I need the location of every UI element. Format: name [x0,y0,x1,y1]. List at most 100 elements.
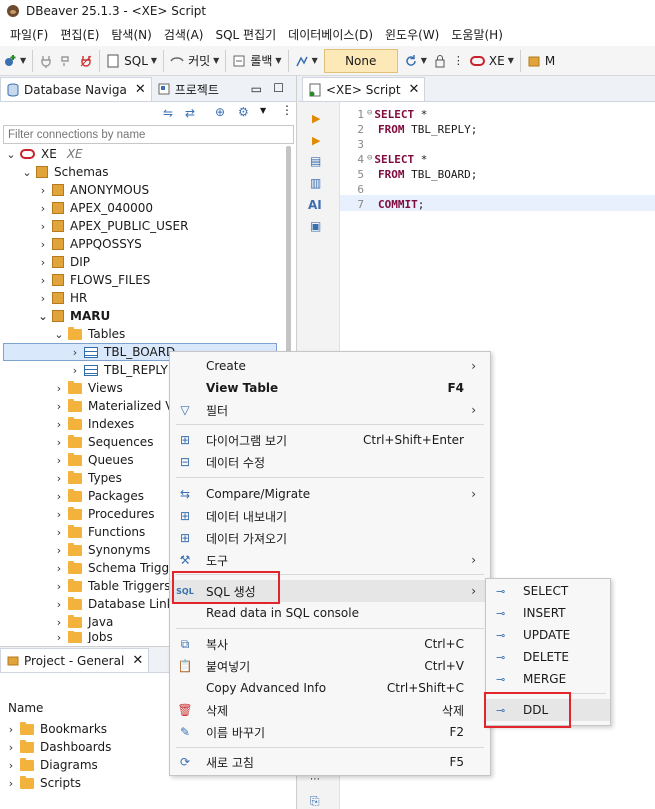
folder-node[interactable]: › Table Triggers [54,577,170,595]
code-line[interactable]: 6 [342,183,367,198]
chevron-down-icon[interactable]: ⌄ [38,310,48,323]
menu-item-copy[interactable]: ⧉ 복사 Ctrl+C [170,633,490,655]
menu-item-refresh[interactable]: ⟳ 새로 고침 F5 [170,751,490,773]
ai-assist-button[interactable]: AI [308,198,322,212]
menu-item-tools[interactable]: ⚒ 도구 › [170,549,490,571]
chevron-right-icon[interactable]: › [38,238,48,251]
schema-node[interactable]: › FLOWS_FILES [38,271,151,289]
disconnect-button[interactable] [76,49,96,73]
view-menu-caret-icon[interactable]: ▼ [260,106,266,115]
link-with-editor-icon[interactable]: ⇄ [185,106,195,120]
collapse-all-icon[interactable]: ⇋ [163,106,173,120]
close-icon[interactable]: ✕ [132,653,143,668]
menu-help[interactable]: 도움말(H) [445,26,509,43]
table-node-tbl-reply[interactable]: › TBL_REPLY [70,361,168,379]
code-line[interactable]: 4 ⊖ SELECT * [342,153,427,168]
project-item[interactable]: › Dashboards [6,738,111,756]
code-line[interactable]: 3 [342,138,367,153]
menu-item-import-data[interactable]: ⊞ 데이터 가져오기 [170,527,490,549]
chevron-down-icon[interactable]: ⌄ [22,166,32,179]
folder-node[interactable]: › Sequences [54,433,153,451]
console-icon[interactable]: ▣ [310,219,321,233]
chevron-right-icon[interactable]: › [6,741,16,754]
folder-node[interactable]: › Materialized Vi [54,397,176,415]
chevron-right-icon[interactable]: › [38,184,48,197]
menu-item-edit-data[interactable]: ⊟ 데이터 수정 [170,451,490,473]
fold-icon[interactable]: ⊖ [367,153,372,168]
tables-folder-node[interactable]: ⌄ Tables [54,325,125,343]
schema-node[interactable]: › APPQOSSYS [38,235,142,253]
tab-database-navigator[interactable]: Database Naviga ✕ [0,77,152,101]
maximize-icon[interactable]: ☐ [273,81,284,95]
folder-node[interactable]: › Indexes [54,415,134,433]
submenu-item-merge[interactable]: ⊸ MERGE [486,668,610,690]
chevron-right-icon[interactable]: › [70,364,80,377]
chevron-right-icon[interactable]: › [6,723,16,736]
submenu-item-insert[interactable]: ⊸ INSERT [486,602,610,624]
folder-node-views[interactable]: › Views [54,379,123,397]
schema-node[interactable]: › APEX_PUBLIC_USER [38,217,189,235]
chevron-right-icon[interactable]: › [6,777,16,790]
chevron-right-icon[interactable]: › [54,490,64,503]
chevron-right-icon[interactable]: › [38,292,48,305]
filter-settings-icon[interactable]: ⚙ [238,105,249,119]
menu-item-read-data-sql-console[interactable]: Read data in SQL console [170,602,490,624]
new-connection-button[interactable]: ▼ [0,49,29,73]
menu-file[interactable]: 파일(F) [4,26,54,43]
explain-plan-icon[interactable]: ▤ [310,154,321,168]
folder-node[interactable]: › Jobs [54,631,113,643]
menu-item-export-data[interactable]: ⊞ 데이터 내보내기 [170,505,490,527]
chevron-right-icon[interactable]: › [54,436,64,449]
chevron-right-icon[interactable]: › [38,202,48,215]
menu-sql-editor[interactable]: SQL 편집기 [209,26,282,43]
chevron-right-icon[interactable]: › [54,580,64,593]
tab-projects[interactable]: 프로젝트 [152,77,224,101]
schema-node[interactable]: › APEX_040000 [38,199,153,217]
folder-node[interactable]: › Functions [54,523,145,541]
chevron-right-icon[interactable]: › [54,544,64,557]
menu-item-view-table[interactable]: View Table F4 [170,377,490,399]
filter-connections-input[interactable] [3,125,294,144]
chevron-right-icon[interactable]: › [54,631,64,643]
chevron-down-icon[interactable]: ⌄ [54,328,64,341]
active-schema-select[interactable]: M [524,49,558,73]
menu-edit[interactable]: 편집(E) [54,26,105,43]
new-connection-nav-icon[interactable]: ⊕ [215,105,225,119]
menu-item-create[interactable]: Create › [170,355,490,377]
menu-navigate[interactable]: 탐색(N) [105,26,157,43]
folder-node[interactable]: › Types [54,469,122,487]
chevron-right-icon[interactable]: › [54,526,64,539]
menu-database[interactable]: 데이터베이스(D) [282,26,379,43]
menu-item-rename[interactable]: ✎ 이름 바꾸기 F2 [170,721,490,743]
menu-item-delete[interactable]: 🗑 삭제 삭제 [170,699,490,721]
fold-icon[interactable]: ⊖ [367,108,372,123]
folder-node[interactable]: › Procedures [54,505,155,523]
refresh-button[interactable]: ▼ [401,49,430,73]
chevron-right-icon[interactable]: › [38,220,48,233]
export-icon[interactable]: ⎘ [310,794,320,809]
chevron-right-icon[interactable]: › [54,616,64,629]
chevron-right-icon[interactable]: › [54,382,64,395]
folder-node[interactable]: › Queues [54,451,134,469]
code-line[interactable]: 2 FROM TBL_REPLY; [342,123,477,138]
reconnect-button[interactable] [56,49,76,73]
folder-node[interactable]: › Packages [54,487,144,505]
submenu-item-select[interactable]: ⊸ SELECT [486,580,610,602]
chevron-right-icon[interactable]: › [54,454,64,467]
load-script-icon[interactable]: ▥ [310,176,321,190]
folder-node[interactable]: › Database Links [54,595,180,613]
project-item[interactable]: › Bookmarks [6,720,107,738]
commit-button[interactable]: 커밋 ▼ [167,49,222,73]
menu-item-copy-advanced-info[interactable]: Copy Advanced Info Ctrl+Shift+C [170,677,490,699]
chevron-right-icon[interactable]: › [54,472,64,485]
folder-node[interactable]: › Synonyms [54,541,150,559]
chevron-down-icon[interactable]: ⌄ [6,148,16,161]
chevron-right-icon[interactable]: › [38,256,48,269]
menu-item-view-diagram[interactable]: ⊞ 다이어그램 보기 Ctrl+Shift+Enter [170,429,490,451]
table-node-tbl-board[interactable]: › TBL_BOARD [70,343,176,361]
code-line[interactable]: 7 COMMIT; [342,198,424,213]
chevron-right-icon[interactable]: › [54,598,64,611]
chevron-right-icon[interactable]: › [54,508,64,521]
folder-node[interactable]: › Schema Trigge [54,559,177,577]
project-item[interactable]: › Scripts [6,774,81,792]
